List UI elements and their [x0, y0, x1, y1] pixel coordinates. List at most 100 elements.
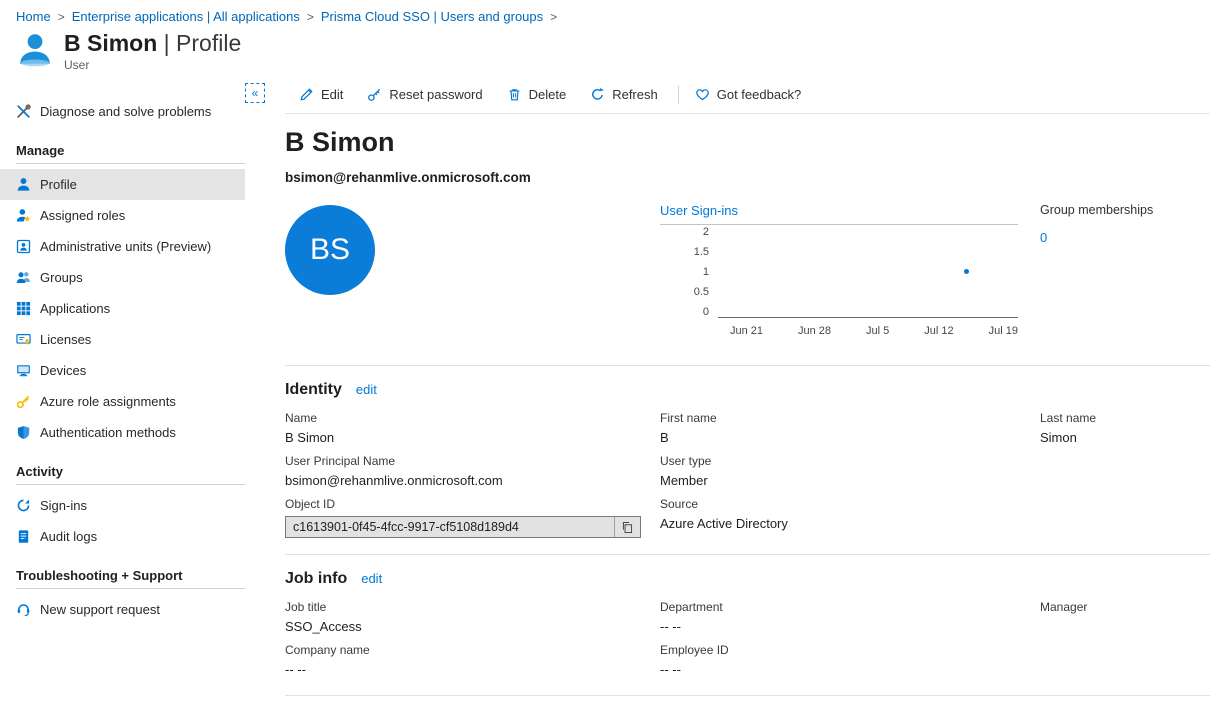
breadcrumb-separator: > [307, 10, 314, 24]
field-label: Employee ID [660, 643, 1040, 657]
shield-icon [16, 425, 31, 440]
sidebar-section-troubleshooting-support: Troubleshooting + Support [16, 568, 229, 583]
object-id-value: c1613901-0f45-4fcc-9917-cf5108d189d4 [293, 520, 614, 534]
sidebar-item-assigned-roles[interactable]: Assigned roles [0, 200, 245, 231]
signins-plot [718, 225, 1018, 318]
object-id-readonly-input[interactable]: c1613901-0f45-4fcc-9917-cf5108d189d4 [285, 516, 641, 538]
key-icon [367, 87, 382, 102]
breadcrumb-separator: > [58, 10, 65, 24]
signins-x-tick: Jul 5 [866, 325, 889, 337]
field-value: B Simon [285, 430, 660, 445]
source-azure-ad-link[interactable]: Azure Active Directory [660, 516, 788, 531]
delete-button-label: Delete [529, 87, 567, 102]
sidebar-item-new-support-request[interactable]: New support request [0, 594, 245, 625]
grid-icon [16, 301, 31, 316]
field-department: Department -- -- [660, 600, 1040, 634]
toolbar-divider [678, 86, 679, 104]
field-value: bsimon@rehanmlive.onmicrosoft.com [285, 473, 660, 488]
feedback-button-label: Got feedback? [717, 87, 802, 102]
field-label: Job title [285, 600, 660, 614]
field-label: Object ID [285, 497, 660, 511]
sidebar-item-label: Applications [40, 301, 110, 316]
chart-y-axis: 2 1.5 1 0.5 0 [660, 225, 718, 318]
field-value: Simon [1040, 430, 1210, 445]
sidebar-item-groups[interactable]: Groups [0, 262, 245, 293]
field-company-name: Company name -- -- [285, 643, 660, 677]
feedback-button[interactable]: Got feedback? [695, 87, 802, 102]
sidebar-item-diagnose-and-solve-problems[interactable]: Diagnose and solve problems [0, 96, 245, 127]
sidebar-section-divider [16, 588, 245, 589]
field-label: Manager [1040, 600, 1210, 614]
sidebar-item-audit-logs[interactable]: Audit logs [0, 521, 245, 552]
field-label: Last name [1040, 411, 1210, 425]
field-value: SSO_Access [285, 619, 660, 634]
user-sign-ins-chart: User Sign-ins 2 1.5 1 0.5 0 Jun 21 [660, 203, 1018, 337]
signins-x-tick: Jun 21 [730, 325, 763, 337]
sidebar-item-applications[interactable]: Applications [0, 293, 245, 324]
identity-edit-link[interactable]: edit [356, 382, 377, 397]
sidebar-item-label: Administrative units (Preview) [40, 239, 211, 254]
breadcrumb-link-enterprise-applications[interactable]: Enterprise applications | All applicatio… [72, 9, 300, 24]
profile-summary-row: BS User Sign-ins 2 1.5 1 0.5 0 [285, 205, 1210, 339]
breadcrumb-link-prisma-cloud-sso[interactable]: Prisma Cloud SSO | Users and groups [321, 9, 543, 24]
sidebar-item-label: Authentication methods [40, 425, 176, 440]
sidebar-item-label: Sign-ins [40, 498, 87, 513]
sidebar-item-administrative-units[interactable]: Administrative units (Preview) [0, 231, 245, 262]
copy-object-id-button[interactable] [614, 517, 640, 537]
sidebar-item-label: Assigned roles [40, 208, 125, 223]
field-value [1040, 619, 1210, 634]
refresh-button[interactable]: Refresh [590, 87, 658, 102]
sidebar-item-authentication-methods[interactable]: Authentication methods [0, 417, 245, 448]
monitor-icon [16, 363, 31, 378]
group-memberships: Group memberships 0 [1040, 203, 1153, 245]
identity-section-title: Identity [285, 381, 342, 399]
admin-units-icon [16, 239, 31, 254]
sign-in-icon [16, 498, 31, 513]
user-sign-ins-link[interactable]: User Sign-ins [660, 203, 738, 218]
field-user-type: User type Member [660, 454, 1040, 488]
field-value: Member [660, 473, 1040, 488]
signin-data-point [964, 269, 969, 274]
command-bar: Edit Reset password Delete Refresh [285, 76, 1210, 114]
sidebar-item-sign-ins[interactable]: Sign-ins [0, 490, 245, 521]
breadcrumb-link-home[interactable]: Home [16, 9, 51, 24]
signins-x-tick: Jul 12 [924, 325, 953, 337]
job-info-edit-link[interactable]: edit [361, 571, 382, 586]
job-info-section: Job info edit Job title SSO_Access Depar… [285, 570, 1210, 677]
signins-y-tick: 1.5 [694, 247, 709, 258]
group-memberships-count-link[interactable]: 0 [1040, 230, 1047, 245]
breadcrumb: Home > Enterprise applications | All appli… [0, 0, 1210, 26]
edit-button[interactable]: Edit [299, 87, 343, 102]
sidebar-item-label: Groups [40, 270, 83, 285]
sidebar-section-activity: Activity [16, 464, 229, 479]
document-icon [16, 529, 31, 544]
sidebar-collapse-button[interactable]: « [245, 83, 265, 103]
sidebar-item-devices[interactable]: Devices [0, 355, 245, 386]
group-memberships-label: Group memberships [1040, 203, 1153, 217]
trash-icon [507, 87, 522, 102]
sidebar-item-profile[interactable]: Profile [0, 169, 245, 200]
section-divider [285, 365, 1210, 366]
sidebar-section-divider [16, 484, 245, 485]
field-last-name: Last name Simon [1040, 411, 1210, 445]
sidebar-item-label: Audit logs [40, 529, 97, 544]
field-value: -- -- [285, 662, 660, 677]
user-avatar-icon [16, 30, 54, 68]
field-value: -- -- [660, 619, 1040, 634]
page-title-name: B Simon [64, 30, 157, 56]
sidebar-item-label: Diagnose and solve problems [40, 104, 211, 119]
sidebar-item-licenses[interactable]: Licenses [0, 324, 245, 355]
section-divider [285, 554, 1210, 555]
edit-button-label: Edit [321, 87, 343, 102]
field-label: Name [285, 411, 660, 425]
field-label: User Principal Name [285, 454, 660, 468]
people-icon [16, 270, 31, 285]
sidebar-item-azure-role-assignments[interactable]: Azure role assignments [0, 386, 245, 417]
pencil-icon [299, 87, 314, 102]
field-label: Source [660, 497, 1040, 511]
delete-button[interactable]: Delete [507, 87, 567, 102]
sidebar-section-divider [16, 163, 245, 164]
field-value: B [660, 430, 1040, 445]
reset-password-button[interactable]: Reset password [367, 87, 482, 102]
sidebar-item-label: Azure role assignments [40, 394, 176, 409]
